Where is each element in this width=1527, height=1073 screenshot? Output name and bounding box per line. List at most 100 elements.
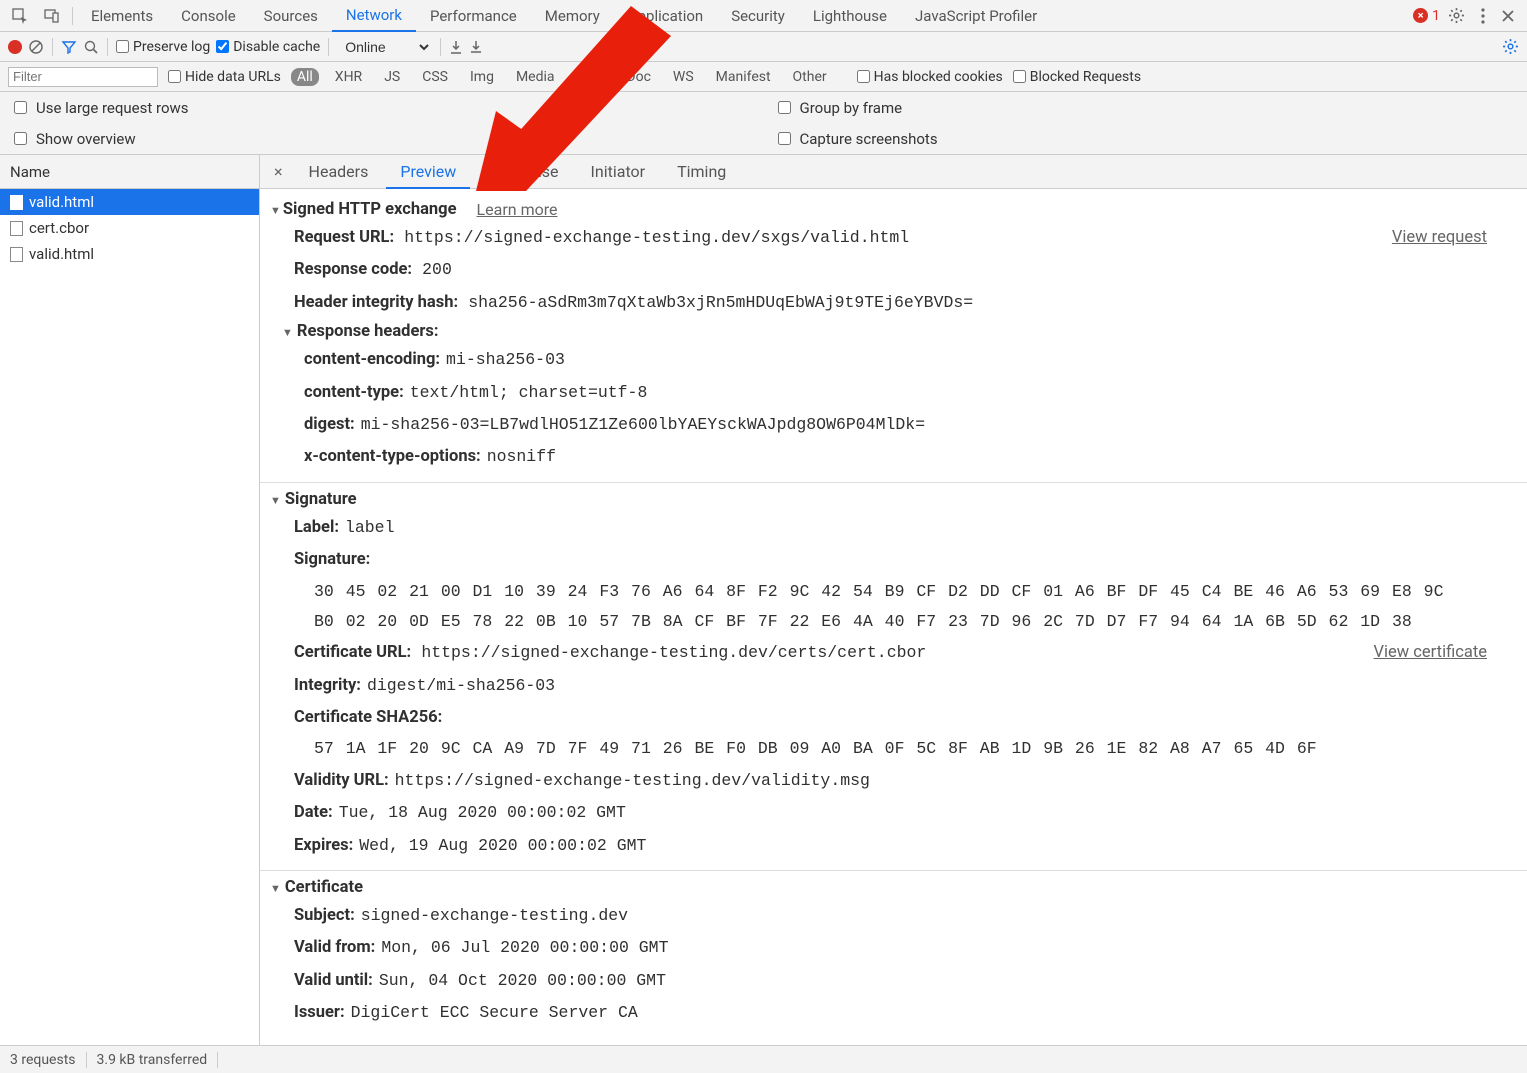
list-item[interactable]: valid.html [0, 241, 259, 267]
error-count: 1 [1432, 8, 1440, 24]
has-blocked-cookies-checkbox[interactable]: Has blocked cookies [857, 69, 1003, 85]
date-label: Date: [294, 803, 333, 822]
certificate-section: ▼ Certificate Subject: signed-exchange-tes… [260, 871, 1527, 1038]
list-item[interactable]: valid.html [0, 189, 259, 215]
sidebar-header[interactable]: Name [0, 155, 259, 189]
sig-label-label: Label: [294, 518, 339, 537]
collapse-icon[interactable]: ▼ [270, 494, 281, 507]
use-large-rows-checkbox[interactable]: Use large request rows [0, 92, 764, 123]
collapse-icon[interactable]: ▼ [270, 882, 281, 895]
subject-value: signed-exchange-testing.dev [361, 906, 628, 925]
preview-content: ▼Signed HTTP exchange Learn more Request… [260, 189, 1527, 1045]
file-name: valid.html [29, 193, 94, 211]
date-value: Tue, 18 Aug 2020 00:00:02 GMT [339, 803, 626, 822]
has-blocked-cookies-label: Has blocked cookies [874, 69, 1003, 85]
header-integrity-label: Header integrity hash: [294, 293, 458, 312]
filter-toggle-icon[interactable] [61, 39, 77, 55]
more-menu-icon[interactable] [1473, 4, 1493, 28]
learn-more-link[interactable]: Learn more [477, 200, 558, 219]
tab-js-profiler[interactable]: JavaScript Profiler [901, 1, 1051, 31]
blocked-requests-label: Blocked Requests [1030, 69, 1141, 85]
status-bar: 3 requests 3.9 kB transferred [0, 1045, 1527, 1073]
tab-console[interactable]: Console [167, 1, 250, 31]
subject-label: Subject: [294, 906, 355, 925]
type-media[interactable]: Media [510, 68, 561, 86]
integrity-label: Integrity: [294, 676, 361, 695]
tab-network[interactable]: Network [332, 0, 416, 32]
throttling-select[interactable]: Online [337, 37, 432, 57]
request-list-sidebar: Name valid.html cert.cbor valid.html [0, 155, 260, 1045]
tab-memory[interactable]: Memory [531, 1, 614, 31]
type-css[interactable]: CSS [416, 68, 454, 86]
type-font[interactable]: Font [571, 68, 611, 86]
view-request-link[interactable]: View request [1392, 225, 1487, 251]
device-toggle-icon[interactable] [36, 4, 68, 28]
file-icon [10, 247, 23, 262]
type-other[interactable]: Other [787, 68, 833, 86]
expires-value: Wed, 19 Aug 2020 00:00:02 GMT [359, 836, 646, 855]
close-detail-icon[interactable]: × [266, 158, 291, 185]
collapse-icon[interactable]: ▼ [282, 326, 293, 339]
header-value: mi-sha256-03 [446, 350, 565, 369]
clear-icon[interactable] [28, 39, 44, 55]
search-icon[interactable] [83, 39, 99, 55]
show-overview-checkbox[interactable]: Show overview [0, 123, 764, 154]
type-img[interactable]: Img [464, 68, 500, 86]
capture-screenshots-label: Capture screenshots [800, 130, 938, 148]
validity-url-value: https://signed-exchange-testing.dev/vali… [395, 771, 870, 790]
settings-gear-icon[interactable] [1440, 3, 1473, 28]
error-badge[interactable]: × 1 [1413, 8, 1440, 24]
type-all[interactable]: All [291, 68, 319, 86]
detail-tab-headers[interactable]: Headers [295, 156, 383, 187]
sxg-title: Signed HTTP exchange [283, 200, 457, 219]
preserve-log-checkbox[interactable]: Preserve log [116, 39, 210, 55]
expires-label: Expires: [294, 836, 353, 855]
filter-input[interactable] [8, 67, 158, 87]
import-icon[interactable] [449, 39, 463, 55]
blocked-requests-checkbox[interactable]: Blocked Requests [1013, 69, 1141, 85]
export-icon[interactable] [469, 39, 483, 55]
detail-tab-initiator[interactable]: Initiator [577, 156, 660, 187]
tab-sources[interactable]: Sources [250, 1, 332, 31]
request-url-value: https://signed-exchange-testing.dev/sxgs… [404, 228, 909, 247]
valid-until-label: Valid until: [294, 971, 373, 990]
type-xhr[interactable]: XHR [329, 68, 368, 86]
issuer-label: Issuer: [294, 1003, 345, 1022]
view-certificate-link[interactable]: View certificate [1374, 640, 1487, 666]
capture-screenshots-checkbox[interactable]: Capture screenshots [764, 123, 1527, 154]
header-value: nosniff [487, 447, 556, 466]
status-requests: 3 requests [10, 1052, 87, 1068]
file-name: cert.cbor [29, 219, 89, 237]
tab-performance[interactable]: Performance [416, 1, 531, 31]
detail-tab-timing[interactable]: Timing [663, 156, 740, 187]
group-by-frame-checkbox[interactable]: Group by frame [764, 92, 1527, 123]
disable-cache-checkbox[interactable]: Disable cache [216, 39, 320, 55]
type-js[interactable]: JS [378, 68, 406, 86]
hide-data-urls-checkbox[interactable]: Hide data URLs [168, 69, 281, 85]
detail-tab-response[interactable]: Response [474, 156, 572, 187]
use-large-rows-label: Use large request rows [36, 99, 189, 117]
tab-elements[interactable]: Elements [77, 1, 167, 31]
certificate-title: Certificate [285, 878, 363, 897]
network-settings-gear-icon[interactable] [1502, 38, 1519, 55]
header-value: text/html; charset=utf-8 [410, 383, 648, 402]
type-doc[interactable]: Doc [620, 68, 657, 86]
header-key: x-content-type-options: [304, 447, 481, 466]
inspect-icon[interactable] [4, 4, 36, 28]
file-icon [10, 221, 23, 236]
detail-tab-preview[interactable]: Preview [386, 156, 470, 189]
validity-url-label: Validity URL: [294, 771, 389, 790]
list-item[interactable]: cert.cbor [0, 215, 259, 241]
close-devtools-icon[interactable] [1493, 5, 1523, 27]
response-code-value: 200 [422, 260, 452, 279]
type-manifest[interactable]: Manifest [710, 68, 777, 86]
cert-sha-label: Certificate SHA256: [294, 708, 442, 727]
hide-data-urls-label: Hide data URLs [185, 69, 281, 85]
tab-lighthouse[interactable]: Lighthouse [799, 1, 901, 31]
type-ws[interactable]: WS [667, 68, 700, 86]
main-area: Name valid.html cert.cbor valid.html × H… [0, 155, 1527, 1045]
tab-application[interactable]: Application [614, 1, 717, 31]
record-button[interactable] [8, 40, 22, 54]
tab-security[interactable]: Security [717, 1, 799, 31]
collapse-icon[interactable]: ▼ [270, 204, 281, 217]
